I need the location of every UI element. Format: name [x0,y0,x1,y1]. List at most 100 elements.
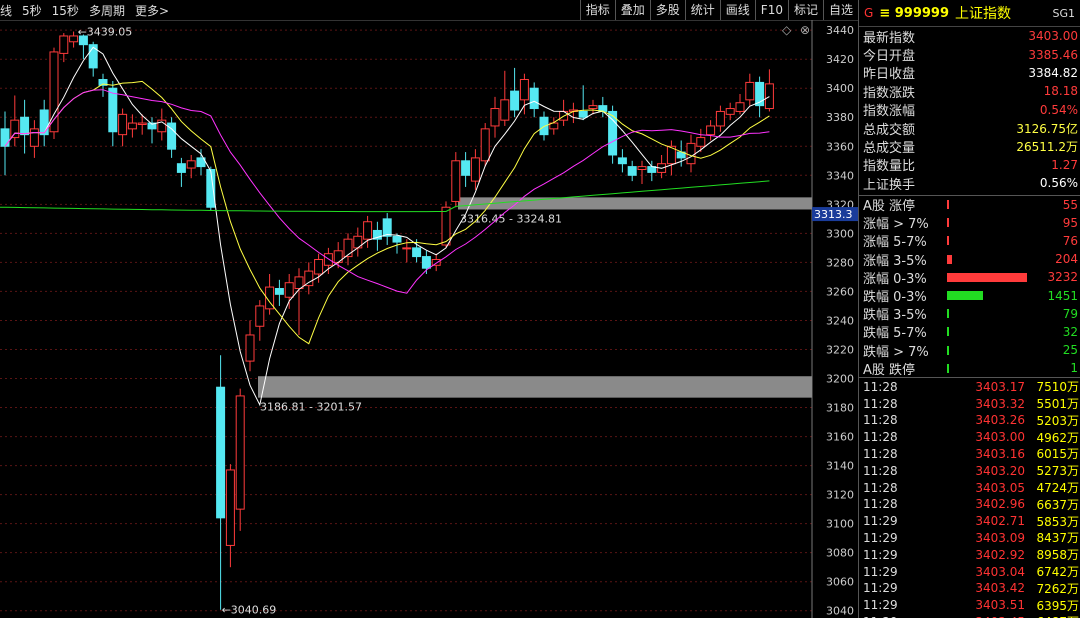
candle [108,80,118,147]
y-tick-label: 3280 [826,256,854,269]
toolbar-button-2[interactable]: 多股 [649,0,685,20]
breadth-row: A股 跌停 1 [859,359,1080,378]
tick-time: 11:29 [863,530,898,545]
candle [431,253,441,272]
candle [167,117,177,158]
y-tick-label: 3180 [826,402,854,415]
candle [725,102,735,121]
candle [186,154,196,179]
breadth-bar [947,345,949,355]
breadth-bar [947,327,949,337]
toolbar-button-7[interactable]: 自选 [822,0,858,20]
y-tick-label: 3060 [826,576,854,589]
candle [59,33,69,63]
candle [225,464,235,568]
low-label: ←3040.69 [222,604,277,617]
candle [304,262,314,295]
y-tick-label: 3340 [826,169,854,182]
breadth-label: 跌幅 3-5% [863,308,927,324]
stat-label: 总成交量 [863,141,916,157]
tick-volume: 6395万 [1036,598,1079,613]
candle [196,149,206,176]
period-item-4[interactable]: 更多> [135,2,169,19]
breadth-bar [947,218,950,228]
period-item-0[interactable]: 线 [0,2,12,19]
tick-row: 11:28 3403.16 6015万 [859,446,1080,463]
tick-time: 11:29 [863,564,898,579]
candlestick-chart[interactable]: 3440342034003380336033403320330032803260… [0,20,858,618]
index-info-panel: G ≡ 999999 上证指数 SG1 最新指数 3403.00 今日开盘 3385.… [858,0,1080,618]
chart-toolbar: 线 5秒 15秒 多周期 更多> 指标 叠加 多股 统计 画线 F10 标记 自选 [0,0,858,21]
chart-close-icon[interactable]: ⊗ [800,23,810,37]
tick-time: 11:29 [863,514,898,529]
candle [706,120,716,141]
stat-label: 指数涨跌 [863,85,916,101]
tick-volume: 8437万 [1036,531,1079,546]
stat-row: 总成交量 26511.2万 [859,137,1080,157]
tick-list[interactable]: 11:28 3403.17 7510万 11:28 3403.32 5501万 11:28 3… [859,378,1080,618]
stat-label: 指数涨幅 [863,104,916,120]
tick-price: 3402.71 [975,514,1025,529]
candle [127,114,137,138]
stat-value: 0.54% [1039,102,1078,117]
tick-row: 11:29 3402.71 5853万 [859,513,1080,530]
stat-row: 指数涨跌 18.18 [859,82,1080,101]
y-tick-label: 3100 [826,518,854,531]
breadth-value: 25 [1062,343,1078,358]
stat-row: 今日开盘 3385.46 [859,45,1080,65]
stat-value: 3384.82 [1028,65,1078,80]
tick-row: 11:28 3403.20 5273万 [859,462,1080,479]
breadth-row: 跌幅 5-7% 32 [859,323,1080,342]
stat-row: 指数量比 1.27 [859,156,1080,175]
candle [549,117,559,135]
tick-price: 3403.00 [975,430,1025,445]
toolbar-button-4[interactable]: 画线 [719,0,755,20]
toolbar-button-0[interactable]: 指标 [579,0,615,20]
breadth-row: 涨幅 3-5% 204 [859,250,1080,269]
candle [392,233,402,254]
tick-price: 3403.04 [975,564,1025,579]
y-tick-label: 3260 [826,285,854,298]
period-item-1[interactable]: 5秒 [22,2,42,19]
tick-row: 11:29 3403.04 6742万 [859,563,1080,580]
candle [588,99,598,115]
candle [343,233,353,266]
toolbar-button-1[interactable]: 叠加 [614,0,650,20]
candle [519,73,529,115]
tick-volume: 4724万 [1036,481,1079,496]
chart-settings-icon[interactable]: ◇ [782,23,792,37]
breadth-row: 涨幅 0-3% 3232 [859,268,1080,287]
toolbar-button-6[interactable]: 标记 [787,0,823,20]
y-tick-label: 3300 [826,227,854,240]
index-code: ≡ 999999 [879,5,950,21]
breadth-label: 跌幅 5-7% [863,326,927,342]
tick-time: 11:29 [863,547,898,562]
y-tick-label: 3160 [826,431,854,444]
candle [216,355,226,610]
toolbar-button-3[interactable]: 统计 [684,0,720,20]
y-tick-label: 3120 [826,489,854,502]
sg-label[interactable]: SG1 [1052,7,1075,20]
tick-price: 3403.51 [975,598,1025,613]
tick-row: 11:29 3403.42 7262万 [859,580,1080,597]
tick-price: 3402.96 [975,497,1025,512]
tick-time: 11:28 [863,396,898,411]
stat-value: 3385.46 [1028,47,1078,62]
candle [118,108,128,147]
market-breadth: A股 涨停 55 涨幅 > 7% 95 涨幅 5-7% 76 涨幅 3-5% 204 涨幅 0-… [859,196,1080,379]
toolbar-button-5[interactable]: F10 [754,0,788,20]
y-tick-label: 3220 [826,343,854,356]
period-selector: 线 5秒 15秒 多周期 更多> [0,2,169,19]
stat-label: 今日开盘 [863,49,916,65]
candle [510,67,520,118]
period-item-3[interactable]: 多周期 [89,2,125,19]
candle [578,85,588,121]
period-item-2[interactable]: 15秒 [52,2,79,19]
candle [284,274,294,309]
high-label: ←3439.05 [78,26,133,39]
tick-row: 11:28 3403.32 5501万 [859,395,1080,412]
candle [627,160,637,182]
tick-volume: 7262万 [1036,581,1079,596]
breadth-label: 涨幅 3-5% [863,253,927,269]
tick-price: 3403.42 [975,581,1025,596]
